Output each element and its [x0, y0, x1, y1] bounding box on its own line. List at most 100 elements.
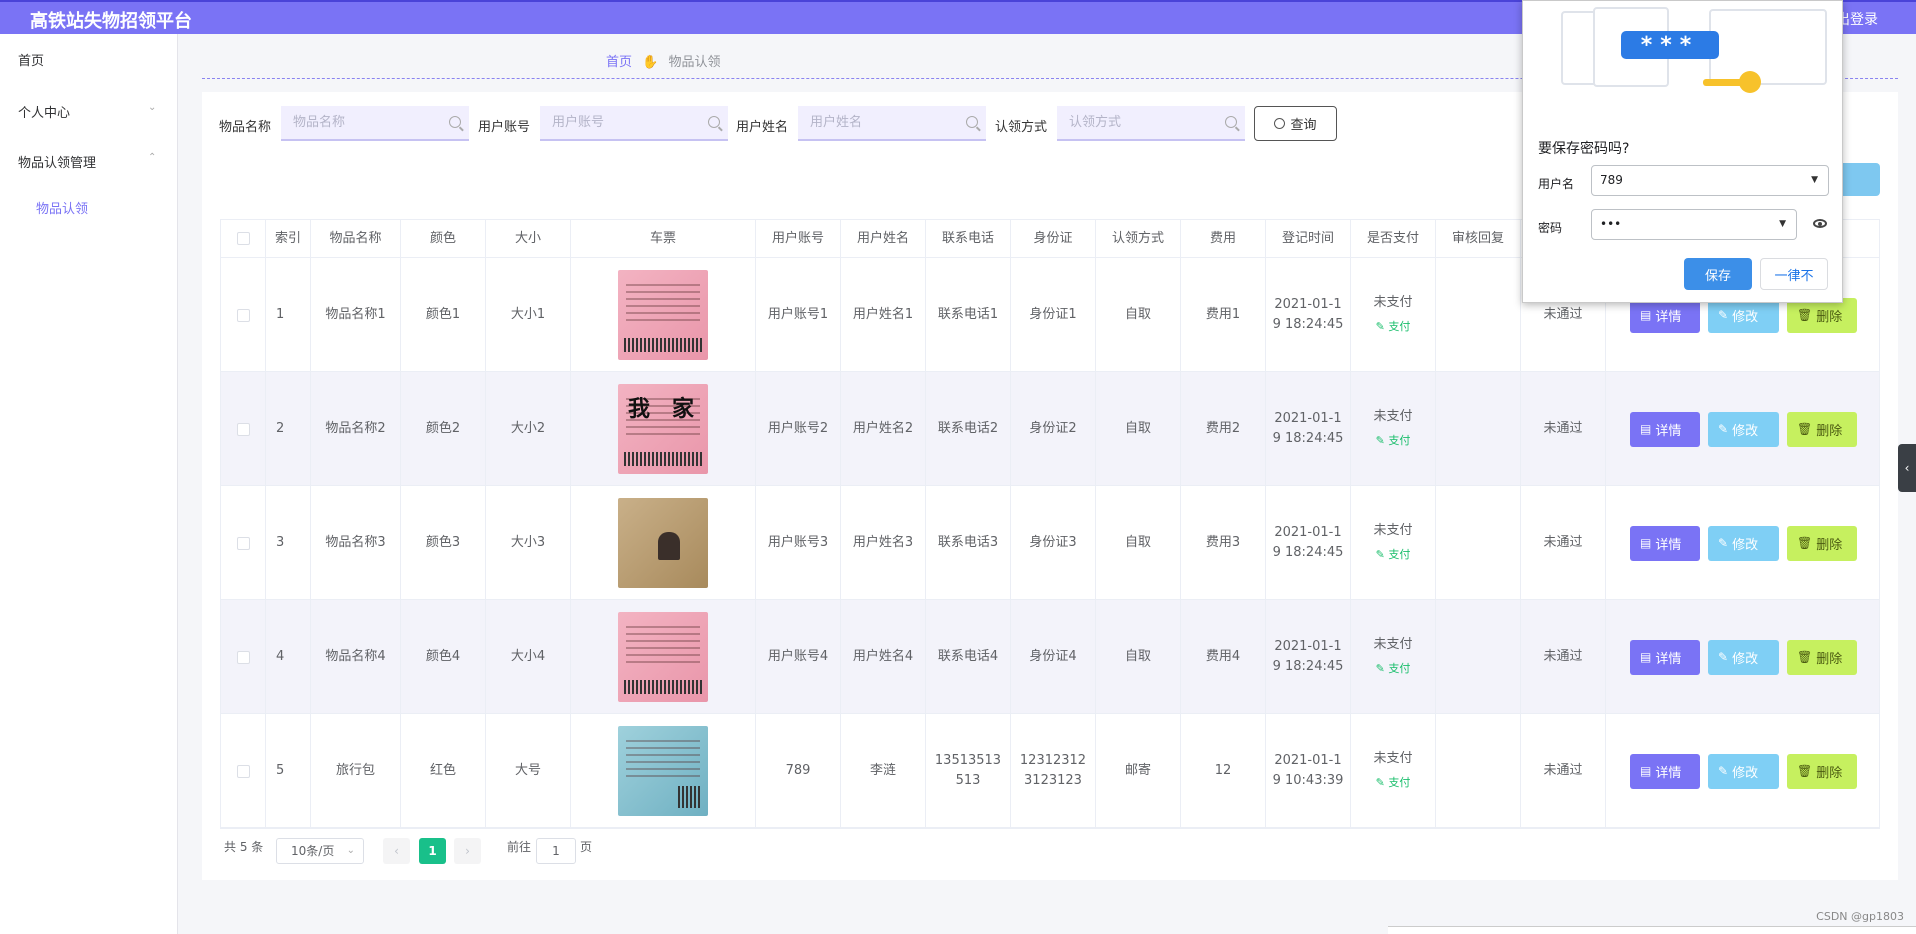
pay-link[interactable]: ✎ 支付 — [1376, 545, 1411, 565]
search-input-username[interactable] — [798, 106, 986, 141]
cell-time-text: 2021-01-1 9 10:43:39 — [1272, 753, 1344, 788]
checkbox[interactable] — [236, 764, 250, 778]
checkbox[interactable] — [236, 536, 250, 550]
cell-item-name: 物品名称1 — [311, 258, 401, 372]
cell-account: 789 — [756, 714, 841, 828]
checkbox[interactable] — [236, 308, 250, 322]
ticket-image[interactable]: 我家 — [618, 384, 708, 474]
cell-index: 4 — [266, 600, 311, 714]
search-input-item-name[interactable] — [281, 106, 469, 141]
delete-button-label: 删除 — [1816, 309, 1843, 325]
detail-icon: ▤ — [1640, 650, 1652, 664]
ticket-image[interactable] — [618, 612, 708, 702]
page-size-select[interactable]: 10条/页 ⌄ — [276, 838, 364, 864]
search-label-username: 用户姓名 — [736, 120, 789, 135]
cell-color-text: 颜色1 — [425, 307, 461, 322]
cell-actions[interactable]: ▤ 详情 ✎ 修改 🗑 删除 — [1606, 714, 1881, 828]
cell-username-text: 用户姓名1 — [852, 307, 914, 322]
row-checkbox[interactable] — [221, 258, 266, 372]
cell-method-text: 自取 — [1124, 649, 1151, 664]
cell-time: 2021-01-1 9 18:24:45 — [1266, 372, 1351, 486]
item-name-field[interactable] — [281, 106, 441, 139]
save-password-button[interactable]: 保存 — [1684, 258, 1752, 290]
sidebar-subitem-item-claim[interactable]: 物品认领 — [36, 198, 88, 217]
eye-icon[interactable] — [1813, 219, 1827, 228]
detail-button[interactable]: ▤ 详情 — [1630, 753, 1700, 789]
prev-page-button[interactable]: ‹ — [383, 838, 410, 864]
search-input-account[interactable] — [540, 106, 728, 141]
cell-time-text: 2021-01-1 9 18:24:45 — [1272, 525, 1344, 560]
method-field[interactable] — [1057, 106, 1217, 139]
detail-button[interactable]: ▤ 详情 — [1630, 411, 1700, 447]
cell-size: 大小1 — [486, 258, 571, 372]
checkbox[interactable] — [236, 232, 250, 245]
cell-fee-text: 费用4 — [1205, 649, 1241, 664]
username-field[interactable] — [798, 106, 958, 139]
detail-button[interactable]: ▤ 详情 — [1630, 639, 1700, 675]
dropdown-arrow-icon: ▼ — [1811, 175, 1818, 185]
detail-button-label: 详情 — [1655, 765, 1682, 781]
delete-button[interactable]: 🗑 删除 — [1787, 411, 1857, 447]
cell-actions[interactable]: ▤ 详情 ✎ 修改 🗑 删除 — [1606, 486, 1881, 600]
paid-status: 未支付 — [1373, 751, 1413, 766]
sidebar-item-claim-management[interactable]: 物品认领管理 — [18, 152, 96, 171]
breadcrumb: 首页 ✋ 物品认领 — [606, 51, 721, 70]
ticket-image[interactable] — [618, 270, 708, 360]
page-number-current[interactable]: 1 — [419, 838, 446, 864]
laptop-illustration — [1709, 9, 1827, 85]
cell-color: 颜色3 — [401, 486, 486, 600]
edit-icon: ✎ — [1718, 650, 1729, 664]
row-checkbox[interactable] — [221, 372, 266, 486]
ticket-image[interactable] — [618, 726, 708, 816]
next-page-button[interactable]: › — [454, 838, 481, 864]
edit-button[interactable]: ✎ 修改 — [1708, 753, 1779, 789]
username-select[interactable]: 789 ▼ — [1591, 165, 1829, 196]
paid-status: 未支付 — [1373, 409, 1413, 424]
cell-fee: 费用1 — [1181, 258, 1266, 372]
cell-size-text: 大小1 — [510, 307, 546, 322]
pay-link[interactable]: ✎ 支付 — [1376, 431, 1411, 451]
delete-icon: 🗑 — [1797, 764, 1813, 778]
cell-actions[interactable]: ▤ 详情 ✎ 修改 🗑 删除 — [1606, 600, 1881, 714]
cell-color-text: 颜色3 — [425, 535, 461, 550]
cell-paid: 未支付 ✎ 支付 — [1351, 258, 1436, 372]
bottom-overlay-strip — [1388, 926, 1916, 934]
row-checkbox[interactable] — [221, 714, 266, 828]
goto-suffix: 页 — [580, 840, 593, 854]
edit-button[interactable]: ✎ 修改 — [1708, 411, 1779, 447]
cell-size: 大号 — [486, 714, 571, 828]
search-input-method[interactable] — [1057, 106, 1245, 141]
never-save-button[interactable]: 一律不 — [1760, 258, 1828, 290]
cell-item-name: 物品名称4 — [311, 600, 401, 714]
password-select[interactable]: ••• ▼ — [1591, 209, 1797, 240]
delete-button[interactable]: 🗑 删除 — [1787, 525, 1857, 561]
cell-size-text: 大小4 — [510, 649, 546, 664]
delete-button[interactable]: 🗑 删除 — [1787, 639, 1857, 675]
query-button[interactable]: 查询 — [1254, 106, 1337, 141]
side-panel-toggle[interactable]: ‹ — [1898, 444, 1916, 492]
account-field[interactable] — [540, 106, 700, 139]
header-select-all[interactable] — [221, 220, 266, 258]
edit-button[interactable]: ✎ 修改 — [1708, 525, 1779, 561]
hand-icon: ✋ — [642, 55, 659, 70]
sidebar-item-personal-center[interactable]: 个人中心 — [18, 102, 70, 121]
cell-status: 未通过 — [1521, 714, 1606, 828]
edit-button[interactable]: ✎ 修改 — [1708, 639, 1779, 675]
row-checkbox[interactable] — [221, 600, 266, 714]
sidebar-item-home[interactable]: 首页 — [18, 50, 44, 69]
pay-link[interactable]: ✎ 支付 — [1376, 317, 1411, 337]
ticket-image[interactable] — [618, 498, 708, 588]
detail-button[interactable]: ▤ 详情 — [1630, 525, 1700, 561]
pay-link[interactable]: ✎ 支付 — [1376, 659, 1411, 679]
row-checkbox[interactable] — [221, 486, 266, 600]
goto-page-input[interactable]: 1 — [536, 838, 576, 864]
delete-button[interactable]: 🗑 删除 — [1787, 753, 1857, 789]
checkbox[interactable] — [236, 650, 250, 664]
cell-size: 大小3 — [486, 486, 571, 600]
partially-hidden-button[interactable] — [1842, 163, 1880, 196]
cell-actions[interactable]: ▤ 详情 ✎ 修改 🗑 删除 — [1606, 372, 1881, 486]
cell-paid: 未支付 ✎ 支付 — [1351, 600, 1436, 714]
breadcrumb-home[interactable]: 首页 — [606, 55, 632, 70]
checkbox[interactable] — [236, 422, 250, 436]
pay-link[interactable]: ✎ 支付 — [1376, 773, 1411, 793]
